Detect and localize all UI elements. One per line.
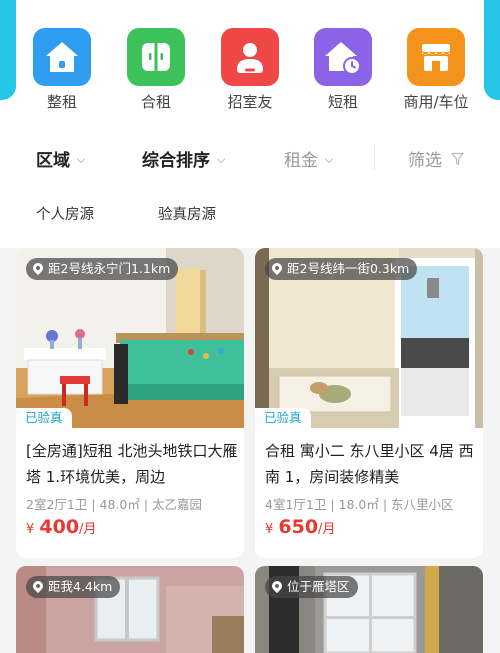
house-icon bbox=[33, 28, 91, 86]
funnel-icon bbox=[451, 152, 465, 166]
category-shared-rent[interactable]: 合租 bbox=[116, 28, 196, 112]
price-amount: 400 bbox=[39, 516, 80, 538]
location-pin-icon bbox=[269, 260, 285, 276]
location-pin-icon bbox=[269, 578, 285, 594]
category-label: 短租 bbox=[327, 93, 358, 111]
chevron-down-icon bbox=[76, 154, 86, 164]
location-badge: 距2号线永宁门1.1km bbox=[26, 258, 179, 280]
price-amount: 650 bbox=[278, 516, 319, 538]
roommate-icon bbox=[221, 28, 279, 86]
listing-card[interactable]: 位于雁塔区 bbox=[255, 566, 483, 653]
filter-sort-label: 综合排序 bbox=[142, 151, 210, 171]
location-badge: 位于雁塔区 bbox=[265, 576, 358, 598]
category-label: 合租 bbox=[140, 93, 171, 111]
price-unit: /月 bbox=[79, 522, 97, 537]
category-find-roommate[interactable]: 招室友 bbox=[210, 28, 290, 112]
category-whole-rent[interactable]: 整租 bbox=[22, 28, 102, 112]
filter-screen-label: 筛选 bbox=[408, 151, 442, 171]
listing-price: ¥ 400/月 bbox=[26, 516, 96, 538]
listing-title: 合租 寓小二 东八里小区 4居 西南 1，房间装修精美 bbox=[265, 442, 474, 486]
header-edge-right bbox=[484, 0, 500, 100]
price-currency: ¥ bbox=[265, 522, 274, 537]
listing-card[interactable]: 距2号线纬一街0.3km 已验真 合租 寓小二 东八里小区 4居 西南 1，房间… bbox=[255, 248, 483, 558]
category-label: 商用/车位 bbox=[403, 93, 469, 111]
location-text: 距2号线永宁门1.1km bbox=[48, 261, 171, 276]
listing-meta: 4室1厅1卫 | 18.0㎡ | 东八里小区 bbox=[265, 497, 454, 512]
category-short-rent[interactable]: 短租 bbox=[303, 28, 383, 112]
tag-verified-listings[interactable]: 验真房源 bbox=[158, 203, 216, 224]
verified-badge: 已验真 bbox=[16, 408, 72, 428]
location-badge: 距我4.4km bbox=[26, 576, 121, 598]
location-text: 位于雁塔区 bbox=[287, 579, 350, 594]
category-commercial-parking[interactable]: 商用/车位 bbox=[396, 28, 476, 112]
filter-area[interactable]: 区域 bbox=[36, 146, 86, 171]
filter-rent-label: 租金 bbox=[284, 151, 318, 171]
filter-screen[interactable]: 筛选 bbox=[408, 146, 465, 171]
tag-personal-listings[interactable]: 个人房源 bbox=[36, 203, 94, 224]
location-text: 距我4.4km bbox=[48, 579, 113, 594]
listing-card[interactable]: 距2号线永宁门1.1km 已验真 [全房通]短租 北池头地铁口大雁塔 1.环境优… bbox=[16, 248, 244, 558]
chevron-down-icon bbox=[324, 154, 334, 164]
filter-rent[interactable]: 租金 bbox=[284, 146, 334, 171]
header-edge-left bbox=[0, 0, 16, 100]
location-text: 距2号线纬一街0.3km bbox=[287, 261, 410, 276]
listing-title: [全房通]短租 北池头地铁口大雁塔 1.环境优美，周边 bbox=[26, 442, 238, 486]
listing-meta: 2室2厅1卫 | 48.0㎡ | 太乙嘉园 bbox=[26, 497, 203, 512]
location-pin-icon bbox=[30, 578, 46, 594]
filter-area-label: 区域 bbox=[36, 151, 70, 171]
filter-divider bbox=[374, 146, 375, 170]
price-currency: ¥ bbox=[26, 522, 35, 537]
shop-icon bbox=[407, 28, 465, 86]
price-unit: /月 bbox=[318, 522, 336, 537]
short-rent-icon bbox=[314, 28, 372, 86]
shared-room-icon bbox=[127, 28, 185, 86]
location-badge: 距2号线纬一街0.3km bbox=[265, 258, 418, 280]
filter-sort[interactable]: 综合排序 bbox=[142, 146, 226, 171]
category-label: 招室友 bbox=[227, 93, 273, 111]
verified-badge: 已验真 bbox=[255, 408, 311, 428]
location-pin-icon bbox=[30, 260, 46, 276]
listing-card[interactable]: 距我4.4km bbox=[16, 566, 244, 653]
listing-price: ¥ 650/月 bbox=[265, 516, 335, 538]
chevron-down-icon bbox=[216, 154, 226, 164]
category-label: 整租 bbox=[46, 93, 77, 111]
